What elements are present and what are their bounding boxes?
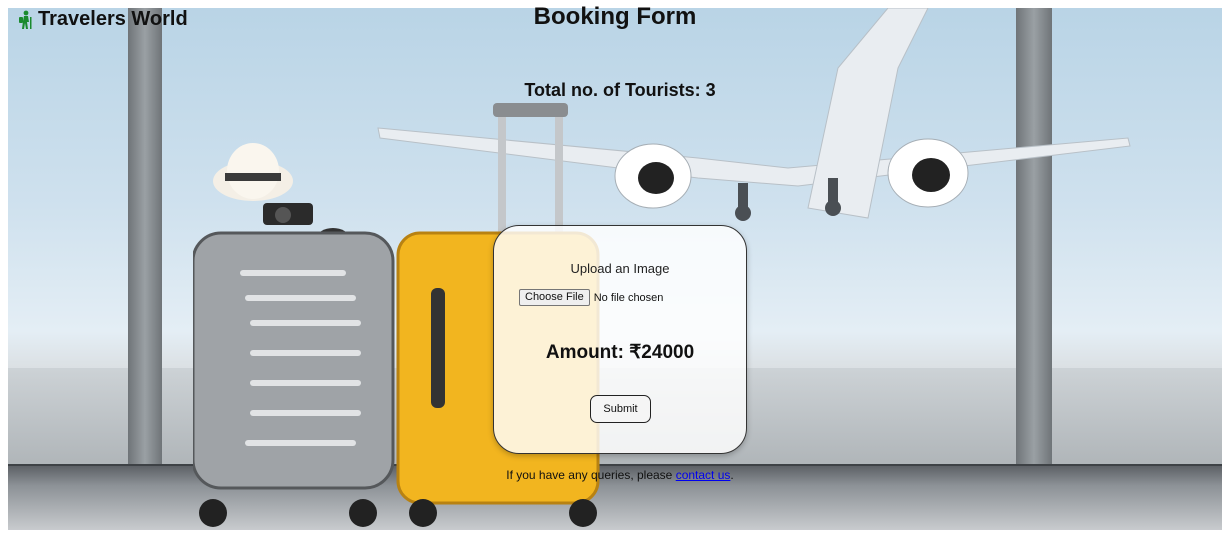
file-input[interactable]: Choose File No file chosen <box>519 289 663 306</box>
amount-label: Amount: <box>545 342 624 363</box>
amount-display: Amount: ₹24000 <box>494 341 746 364</box>
footer-period: . <box>730 468 734 482</box>
contact-us-link[interactable]: contact us <box>676 468 731 482</box>
booking-card: Upload an Image Choose File No file chos… <box>493 225 747 454</box>
tourist-count-label: Total no. of Tourists: <box>524 80 701 100</box>
submit-button[interactable]: Submit <box>590 395 651 423</box>
upload-image-label: Upload an Image <box>570 261 670 276</box>
page-title: Booking Form <box>533 3 697 30</box>
amount-value: ₹24000 <box>629 342 695 363</box>
footer-text: If you have any queries, please <box>506 468 676 482</box>
choose-file-button[interactable]: Choose File <box>519 289 590 306</box>
tourist-count: Total no. of Tourists: 3 <box>0 80 1230 101</box>
footer-note: If you have any queries, please contact … <box>0 468 1230 482</box>
window-frame-left <box>128 8 162 466</box>
file-status-text: No file chosen <box>593 291 664 304</box>
tourist-count-value: 3 <box>705 80 716 100</box>
